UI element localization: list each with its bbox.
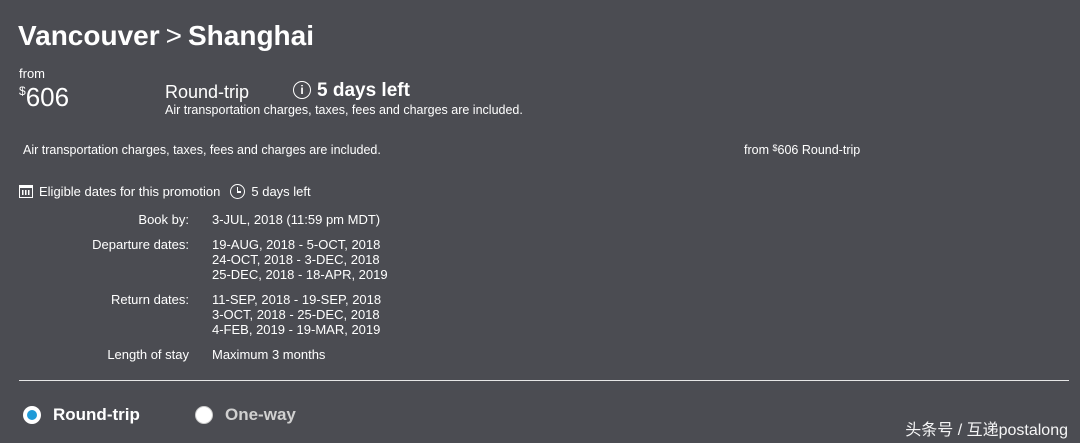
one-way-radio[interactable]: One-way	[195, 405, 296, 425]
fare-included-note: Air transportation charges, taxes, fees …	[165, 103, 523, 117]
destination-city: Shanghai	[188, 20, 315, 51]
return-date-range: 3-OCT, 2018 - 25-DEC, 2018	[212, 307, 380, 322]
book-by-value: 3-JUL, 2018 (11:59 pm MDT)	[212, 212, 381, 227]
length-of-stay-label: Length of stay	[107, 347, 189, 362]
return-dates-list: 11-SEP, 2018 - 19-SEP, 2018 3-OCT, 2018 …	[212, 292, 381, 337]
fare-price: $606	[19, 82, 69, 113]
info-icon: i	[293, 81, 311, 99]
departure-date-range: 24-OCT, 2018 - 3-DEC, 2018	[212, 252, 380, 267]
length-of-stay-value: Maximum 3 months	[212, 347, 326, 362]
one-way-label: One-way	[225, 405, 296, 424]
watermark: 头条号 / 互递postalong	[905, 422, 1068, 439]
fare-trip-type: Round-trip	[165, 82, 250, 102]
calendar-icon	[19, 185, 33, 198]
departure-dates-list: 19-AUG, 2018 - 5-OCT, 2018 24-OCT, 2018 …	[212, 237, 388, 282]
return-dates-label: Return dates:	[110, 292, 189, 307]
book-by-label: Book by:	[138, 212, 189, 227]
radio-unselected-icon	[195, 406, 213, 424]
origin-city: Vancouver	[18, 20, 160, 51]
summary-price: 606	[777, 143, 799, 157]
round-trip-label: Round-trip	[53, 405, 140, 424]
details-included-note: Air transportation charges, taxes, fees …	[23, 143, 381, 157]
return-date-range: 4-FEB, 2019 - 19-MAR, 2019	[212, 322, 381, 337]
round-trip-radio[interactable]: Round-trip	[23, 405, 140, 425]
days-left-badge: i 5 days left	[293, 80, 410, 102]
price-from-label: from	[19, 66, 45, 81]
currency-symbol: $	[19, 84, 26, 98]
chevron-right-icon: >	[165, 20, 182, 51]
eligibility-title: Eligible dates for this promotion	[39, 184, 221, 199]
price-value: 606	[25, 82, 70, 112]
eligibility-header: Eligible dates for this promotion 5 days…	[19, 184, 311, 199]
summary-from: from	[744, 143, 769, 157]
fare-summary: from $606 Round-trip	[744, 143, 860, 157]
radio-selected-icon	[23, 406, 41, 424]
route-title: Vancouver > Shanghai	[18, 20, 314, 52]
section-divider	[19, 380, 1069, 381]
departure-date-range: 25-DEC, 2018 - 18-APR, 2019	[212, 267, 388, 282]
days-left-text: 5 days left	[317, 80, 410, 101]
departure-date-range: 19-AUG, 2018 - 5-OCT, 2018	[212, 237, 381, 252]
departure-dates-label: Departure dates:	[92, 237, 189, 252]
clock-icon	[230, 184, 246, 199]
summary-trip: Round-trip	[801, 143, 861, 157]
return-date-range: 11-SEP, 2018 - 19-SEP, 2018	[212, 292, 382, 307]
eligibility-days-left: 5 days left	[251, 184, 311, 199]
